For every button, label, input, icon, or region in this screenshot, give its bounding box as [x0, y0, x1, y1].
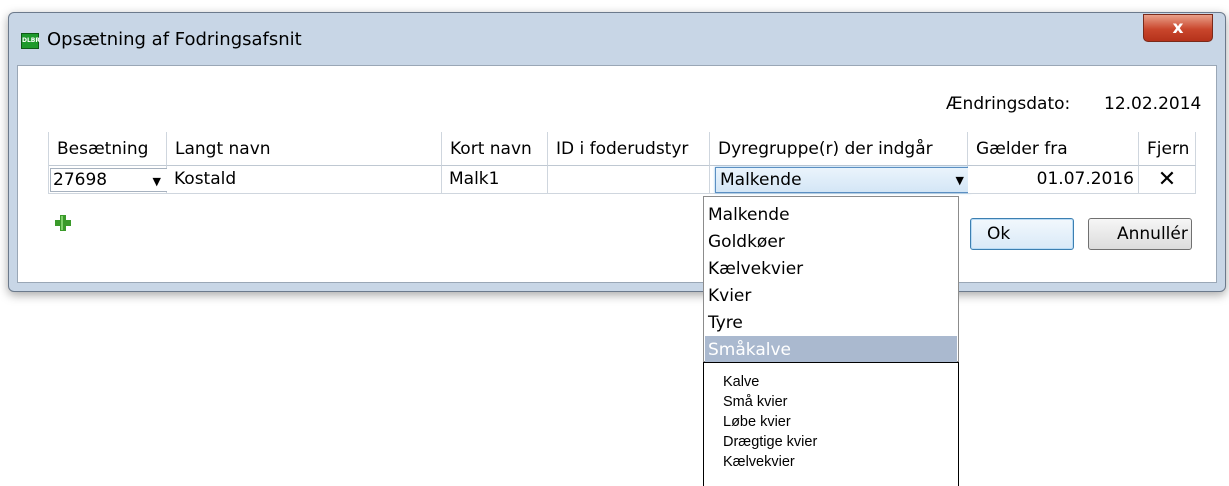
dropdown-option-smaakalve[interactable]: Småkalve [705, 336, 957, 363]
chevron-down-icon: ▼ [152, 175, 161, 188]
id-foderudstyr-cell[interactable] [548, 166, 710, 194]
dropdown-option-kvier[interactable]: Kvier [705, 282, 957, 309]
besaetning-select[interactable]: 27698 ▼ [50, 168, 168, 192]
header-dyregruppe[interactable]: Dyregruppe(r) der indgår [710, 132, 968, 166]
ok-button[interactable]: Ok [970, 218, 1074, 250]
chevron-down-icon: ▼ [955, 174, 964, 187]
remove-row-icon[interactable]: ✕ [1139, 166, 1196, 194]
plus-icon[interactable] [52, 212, 74, 234]
change-date-label: Ændringsdato: [946, 94, 1071, 114]
header-langt-navn[interactable]: Langt navn [167, 132, 442, 166]
kort-navn-cell[interactable]: Malk1 [442, 166, 548, 194]
tooltip-item: Drægtige kvier [723, 434, 818, 450]
dialog-content: Ændringsdato: 12.02.2014 Besætning Langt… [17, 65, 1217, 283]
dyregruppe-select[interactable]: Malkende ▼ [715, 167, 971, 193]
langt-navn-cell[interactable]: Kostald [167, 166, 442, 194]
group-tooltip: Kalve Små kvier Løbe kvier Drægtige kvie… [703, 362, 959, 486]
tooltip-item: Kalve [723, 374, 760, 390]
dropdown-option-kaelvekvier[interactable]: Kælvekvier [705, 255, 957, 282]
header-fjern[interactable]: Fjern [1139, 132, 1196, 166]
window-title: Opsætning af Fodringsafsnit [47, 29, 302, 50]
app-logo-icon: DLBR [21, 33, 40, 49]
dropdown-option-malkende[interactable]: Malkende [705, 201, 957, 228]
dropdown-option-tyre[interactable]: Tyre [705, 309, 957, 336]
dropdown-option-goldkoer[interactable]: Goldkøer [705, 228, 957, 255]
dyregruppe-dropdown-list: Malkende Goldkøer Kælvekvier Kvier Tyre … [703, 196, 959, 363]
close-button[interactable]: x [1143, 14, 1213, 42]
title-bar[interactable]: DLBR Opsætning af Fodringsafsnit x [9, 13, 1225, 65]
tooltip-item: Løbe kvier [723, 414, 791, 430]
change-date-value: 12.02.2014 [1104, 94, 1202, 114]
besaetning-value: 27698 [53, 170, 108, 190]
header-id-foderudstyr[interactable]: ID i foderudstyr [548, 132, 710, 166]
dyregruppe-value: Malkende [720, 170, 802, 190]
gaelder-fra-cell[interactable]: 01.07.2016 [968, 166, 1139, 194]
header-gaelder-fra[interactable]: Gælder fra [968, 132, 1139, 166]
header-besaetning[interactable]: Besætning [49, 132, 167, 166]
cancel-button[interactable]: Annullér [1088, 218, 1192, 250]
tooltip-item: Små kvier [723, 394, 788, 410]
dialog-window: DLBR Opsætning af Fodringsafsnit x Ændri… [8, 12, 1226, 292]
tooltip-item: Kælvekvier [723, 454, 795, 470]
header-kort-navn[interactable]: Kort navn [442, 132, 548, 166]
